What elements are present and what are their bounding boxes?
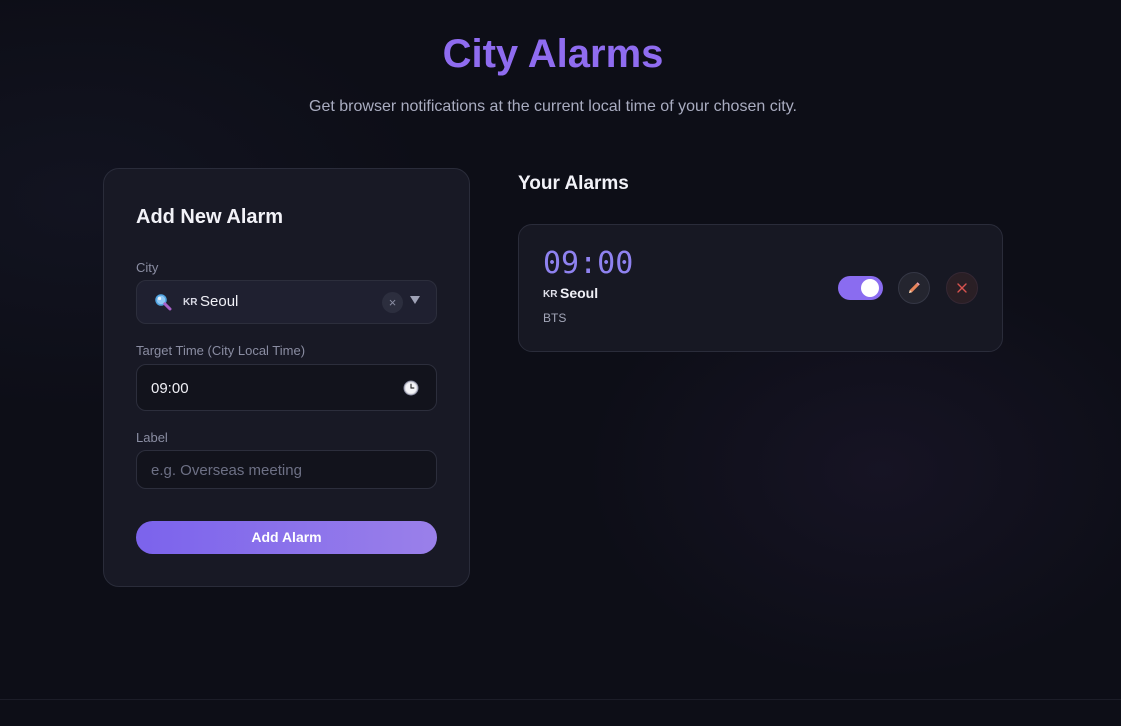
delete-alarm-button[interactable]: [946, 272, 978, 304]
your-alarms-title: Your Alarms: [518, 173, 629, 194]
city-label: City: [136, 260, 159, 275]
page-title: City Alarms: [442, 32, 664, 76]
add-alarm-button[interactable]: Add Alarm: [136, 521, 437, 554]
pencil-icon: [909, 282, 920, 293]
alarm-country-code: KR: [543, 289, 558, 300]
time-input[interactable]: 09:00: [136, 364, 437, 411]
add-alarm-title: Add New Alarm: [136, 206, 284, 228]
alarm-label: BTS: [543, 311, 567, 325]
toggle-knob: [861, 279, 879, 297]
label-field-label: Label: [136, 430, 168, 445]
footer-divider: [0, 699, 1121, 700]
clock-icon[interactable]: [403, 380, 419, 396]
edit-alarm-button[interactable]: [898, 272, 930, 304]
clear-city-button[interactable]: ×: [382, 292, 403, 313]
add-alarm-card: Add New Alarm City KR Seoul × Target Tim…: [103, 168, 470, 587]
close-icon: [957, 283, 967, 293]
alarm-enabled-toggle[interactable]: [838, 276, 883, 300]
city-value: Seoul: [200, 293, 239, 310]
label-input[interactable]: [151, 462, 391, 479]
alarm-city: Seoul: [560, 285, 599, 301]
time-label: Target Time (City Local Time): [136, 343, 306, 358]
page-subtitle: Get browser notifications at the current…: [309, 98, 797, 115]
label-field[interactable]: [136, 450, 437, 489]
alarm-card: 09:00 KR Seoul BTS: [518, 224, 1003, 352]
magnifier-icon: [155, 294, 172, 311]
city-country-code: KR: [183, 297, 198, 308]
time-value: 09:00: [151, 380, 189, 397]
chevron-down-icon[interactable]: [410, 296, 420, 304]
alarm-time: 09:00: [543, 246, 634, 281]
city-select[interactable]: KR Seoul ×: [136, 280, 437, 324]
